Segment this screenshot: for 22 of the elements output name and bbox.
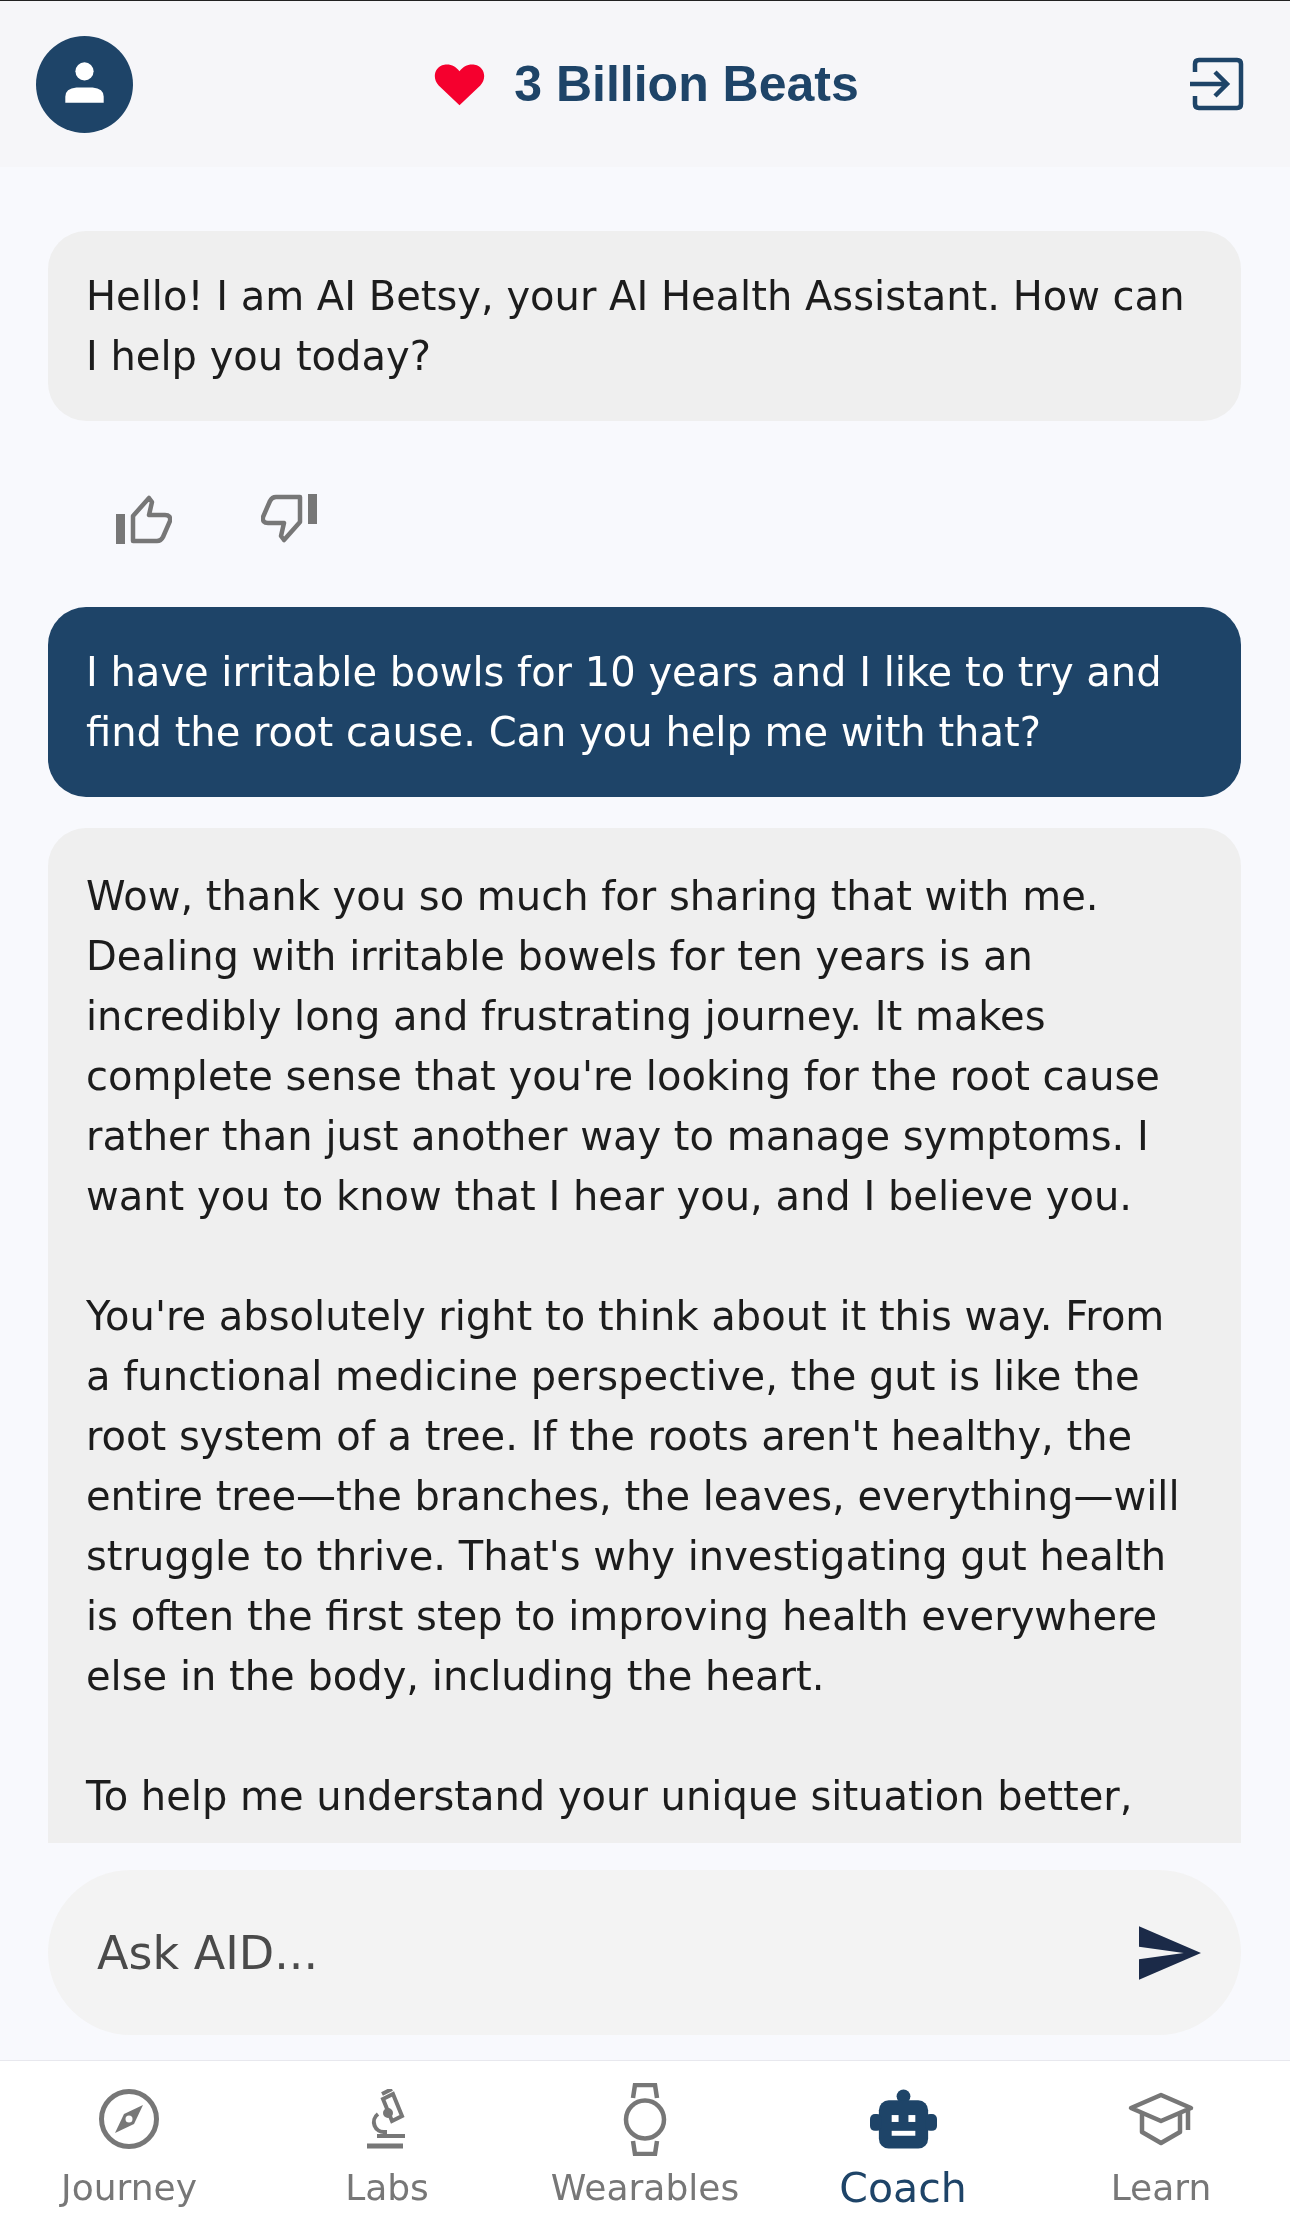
graduation-cap-icon (1128, 2092, 1194, 2146)
nav-tab[interactable]: Journey (0, 2061, 258, 2235)
nav-tab[interactable]: Learn (1032, 2061, 1290, 2235)
message-text: Hello! I am AI Betsy, your AI Health Assistant. How can I help you today? (86, 272, 1186, 381)
app-title: 3 Billion Beats (514, 55, 859, 114)
watch-icon (621, 2082, 669, 2156)
compass-icon (98, 2088, 160, 2150)
robot-icon (869, 2089, 937, 2149)
heart-icon (433, 62, 487, 106)
message-text: You're absolutely right to think about it this way. From a functional medicine perspective, the gut is like the root system of a tree. If the roots aren't healthy, the entire tree—the branches, the leaves, everything—will struggle to thrive. That's why investigating gut health is often the first step to improving health everywhere else in the body, including the heart. (86, 1292, 1181, 1701)
nav-tab[interactable]: Labs (258, 2061, 516, 2235)
thumbs-down-icon[interactable] (261, 494, 317, 544)
message-text: Wow, thank you so much for sharing that with me. Dealing with irritable bowels for ten years is an incredibly long and frustrating journey. It makes complete sense that you're looking for the root cause rather than just another way to manage symptoms. I want you to know that I hear you, and I believe you. (86, 872, 1161, 1221)
message-text: To help me understand your unique situation better, (86, 1772, 1134, 1821)
thumbs-up-icon[interactable] (116, 494, 172, 544)
message-input[interactable]: Ask AID... (48, 1870, 1241, 2035)
user-avatar-icon[interactable] (36, 35, 133, 133)
nav-tab[interactable]: Coach (774, 2061, 1032, 2235)
message-text: I have irritable bowls for 10 years and I like to try and find the root cause. Can you help me with that? (86, 648, 1163, 757)
nav-tab[interactable]: Wearables (516, 2061, 774, 2235)
send-icon[interactable] (1139, 1926, 1201, 1980)
sign-in-icon[interactable] (1190, 57, 1244, 111)
